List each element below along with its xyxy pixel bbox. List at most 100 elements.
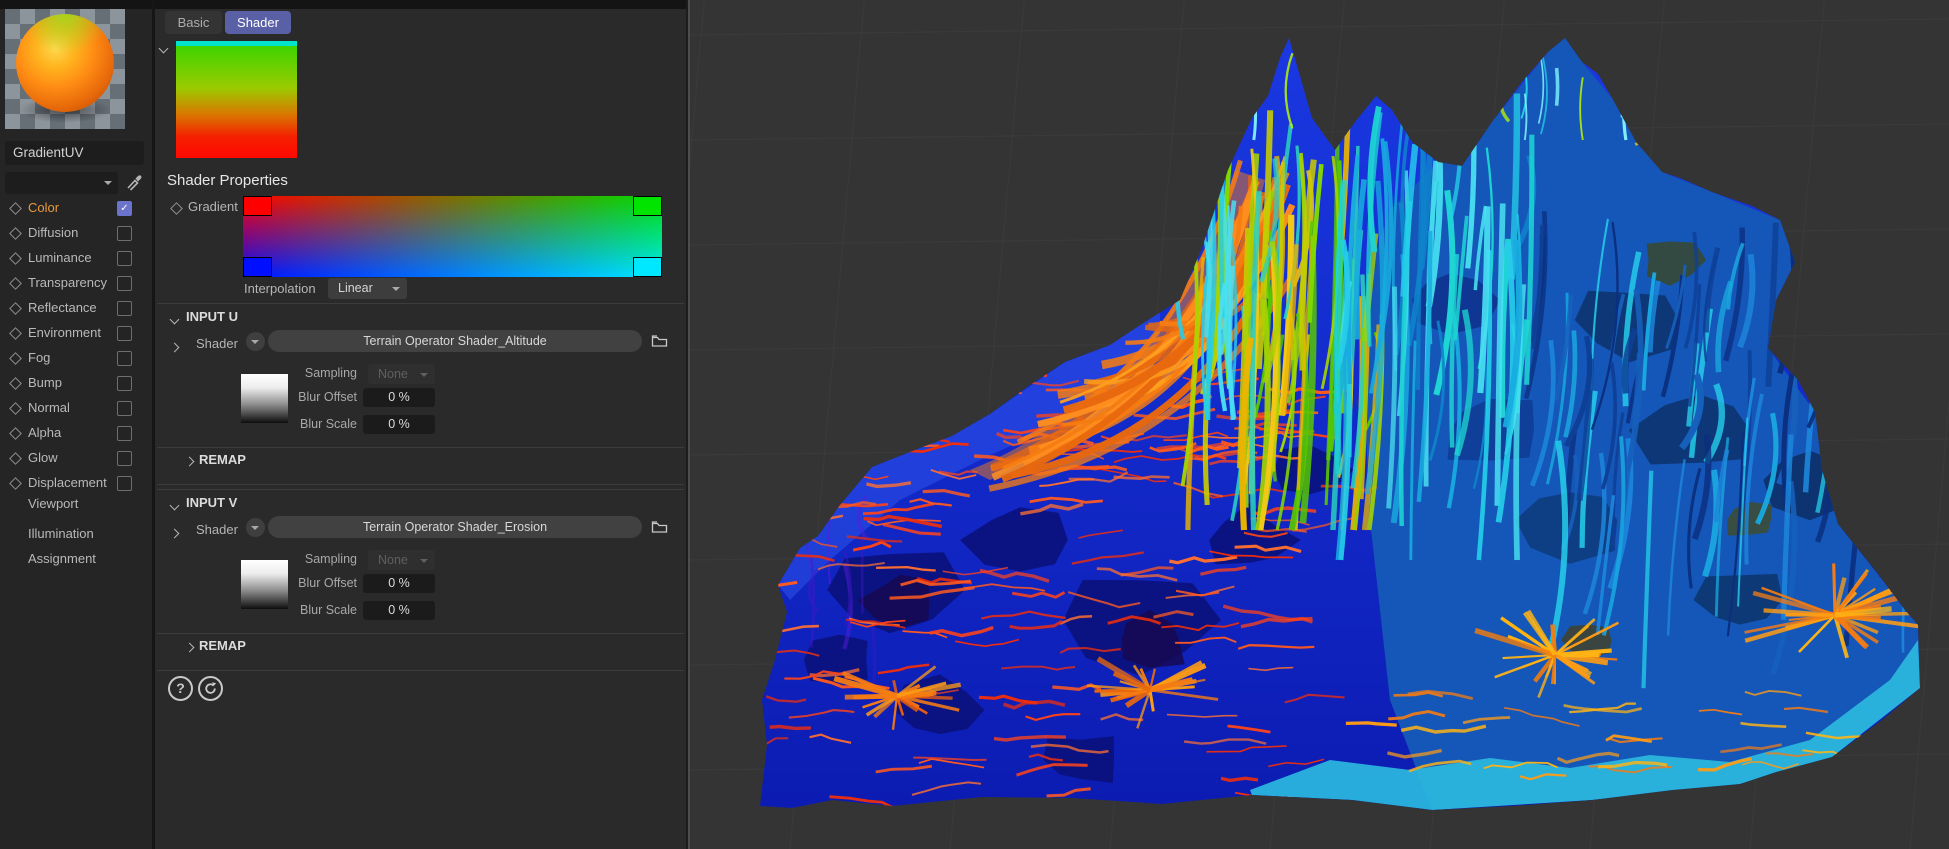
channel-diamond-icon <box>9 227 22 240</box>
divider <box>157 303 684 304</box>
shader-link-button[interactable]: Terrain Operator Shader_Erosion <box>268 516 642 538</box>
channel-label: Environment <box>28 325 101 340</box>
sidebar-page-assignment[interactable]: Assignment <box>28 551 96 566</box>
material-sidebar: GradientUV Color ✓ Diffusion Luminance Trans… <box>0 9 152 849</box>
texture-dropdown[interactable] <box>5 172 118 194</box>
panel-divider[interactable] <box>152 0 155 849</box>
folder-icon[interactable] <box>651 520 668 534</box>
blur-offset-label: Blur Offset <box>298 390 357 404</box>
channel-row-transparency[interactable]: Transparency <box>0 271 152 296</box>
blur-offset-field[interactable]: 0 % <box>363 388 435 407</box>
gradient-label: Gradient <box>188 199 238 214</box>
channel-checkbox[interactable]: ✓ <box>117 201 132 216</box>
blur-offset-field[interactable]: 0 % <box>363 574 435 593</box>
folder-icon[interactable] <box>651 334 668 348</box>
channel-label: Color <box>28 200 60 215</box>
channel-checkbox[interactable] <box>117 451 132 466</box>
channel-diamond-icon <box>9 252 22 265</box>
channel-row-bump[interactable]: Bump <box>0 371 152 396</box>
channel-diamond-icon <box>9 452 22 465</box>
channel-checkbox[interactable] <box>117 226 132 241</box>
chevron-down-icon <box>251 526 259 530</box>
sampling-label: Sampling <box>304 552 357 566</box>
interpolation-dropdown[interactable]: Linear <box>328 278 407 299</box>
shader-row-label: Shader <box>196 336 238 351</box>
divider <box>157 489 684 490</box>
blur-scale-label: Blur Scale <box>300 417 357 431</box>
keyframe-diamond-icon[interactable] <box>170 202 183 215</box>
channel-checkbox[interactable] <box>117 376 132 391</box>
channel-label: Displacement <box>28 475 107 490</box>
viewport-canvas[interactable] <box>690 0 1949 849</box>
window-top-bar <box>0 0 690 9</box>
channel-label: Normal <box>28 400 70 415</box>
input-v-header[interactable]: INPUT V <box>186 495 237 510</box>
channel-checkbox[interactable] <box>117 326 132 341</box>
expand-section-icon[interactable] <box>184 642 195 653</box>
shader-link-button[interactable]: Terrain Operator Shader_Altitude <box>268 330 642 352</box>
expand-row-icon[interactable] <box>169 342 180 353</box>
shader-preview-swatch[interactable] <box>176 41 297 158</box>
channel-row-displacement[interactable]: Displacement <box>0 471 152 496</box>
channel-list: Color ✓ Diffusion Luminance Transparency Refl… <box>0 196 152 616</box>
channel-checkbox[interactable] <box>117 426 132 441</box>
channel-row-normal[interactable]: Normal <box>0 396 152 421</box>
channel-row-luminance[interactable]: Luminance <box>0 246 152 271</box>
blur-offset-label: Blur Offset <box>298 576 357 590</box>
sampling-dropdown: None <box>368 364 435 384</box>
tab-shader[interactable]: Shader <box>225 11 291 34</box>
channel-diamond-icon <box>9 352 22 365</box>
channel-label: Fog <box>28 350 51 365</box>
input-u-header[interactable]: INPUT U <box>186 309 238 324</box>
channel-row-glow[interactable]: Glow <box>0 446 152 471</box>
divider <box>157 447 684 448</box>
channel-diamond-icon <box>9 427 22 440</box>
sampling-label: Sampling <box>304 366 357 380</box>
channel-diamond-icon <box>9 402 22 415</box>
collapse-section-icon[interactable] <box>169 314 180 325</box>
channel-checkbox[interactable] <box>117 476 132 491</box>
channel-row-fog[interactable]: Fog <box>0 346 152 371</box>
collapse-section-icon[interactable] <box>169 500 180 511</box>
channel-label: Alpha <box>28 425 62 440</box>
collapse-preview-icon[interactable] <box>158 43 169 54</box>
shader-options-button[interactable] <box>246 332 265 351</box>
channel-label: Diffusion <box>28 225 79 240</box>
remap-header[interactable]: REMAP <box>199 452 246 467</box>
sampling-value: None <box>378 367 408 381</box>
channel-label: Transparency <box>28 275 107 290</box>
expand-row-icon[interactable] <box>169 528 180 539</box>
divider <box>157 633 684 634</box>
remap-header[interactable]: REMAP <box>199 638 246 653</box>
blur-scale-field[interactable]: 0 % <box>363 601 435 620</box>
channel-checkbox[interactable] <box>117 401 132 416</box>
channel-row-alpha[interactable]: Alpha <box>0 421 152 446</box>
channel-row-color[interactable]: Color ✓ <box>0 196 152 221</box>
eyedropper-icon[interactable] <box>125 173 143 191</box>
channel-label: Bump <box>28 375 62 390</box>
sidebar-page-viewport[interactable]: Viewport <box>28 496 78 511</box>
section-input-v: INPUT V Shader Terrain Operator Shader_E… <box>155 489 686 673</box>
blur-scale-field[interactable]: 0 % <box>363 415 435 434</box>
chevron-down-icon <box>420 559 428 563</box>
channel-checkbox[interactable] <box>117 301 132 316</box>
gradient-2d-editor[interactable] <box>243 196 662 277</box>
channel-checkbox[interactable] <box>117 251 132 266</box>
channel-checkbox[interactable] <box>117 276 132 291</box>
expand-section-icon[interactable] <box>184 456 195 467</box>
shader-options-button[interactable] <box>246 518 265 537</box>
material-name-field[interactable]: GradientUV <box>5 141 144 165</box>
material-preview[interactable] <box>5 9 125 129</box>
reset-icon[interactable] <box>198 676 223 701</box>
channel-row-reflectance[interactable]: Reflectance <box>0 296 152 321</box>
channel-row-diffusion[interactable]: Diffusion <box>0 221 152 246</box>
channel-checkbox[interactable] <box>117 351 132 366</box>
tab-basic[interactable]: Basic <box>165 11 222 34</box>
attribute-panel: Basic Shader Shader Properties Gradient <box>155 9 686 849</box>
sidebar-page-illumination[interactable]: Illumination <box>28 526 94 541</box>
section-input-u: INPUT U Shader Terrain Operator Shader_A… <box>155 303 686 487</box>
help-icon[interactable]: ? <box>168 676 193 701</box>
channel-label: Glow <box>28 450 58 465</box>
chevron-down-icon <box>392 287 400 291</box>
channel-row-environment[interactable]: Environment <box>0 321 152 346</box>
